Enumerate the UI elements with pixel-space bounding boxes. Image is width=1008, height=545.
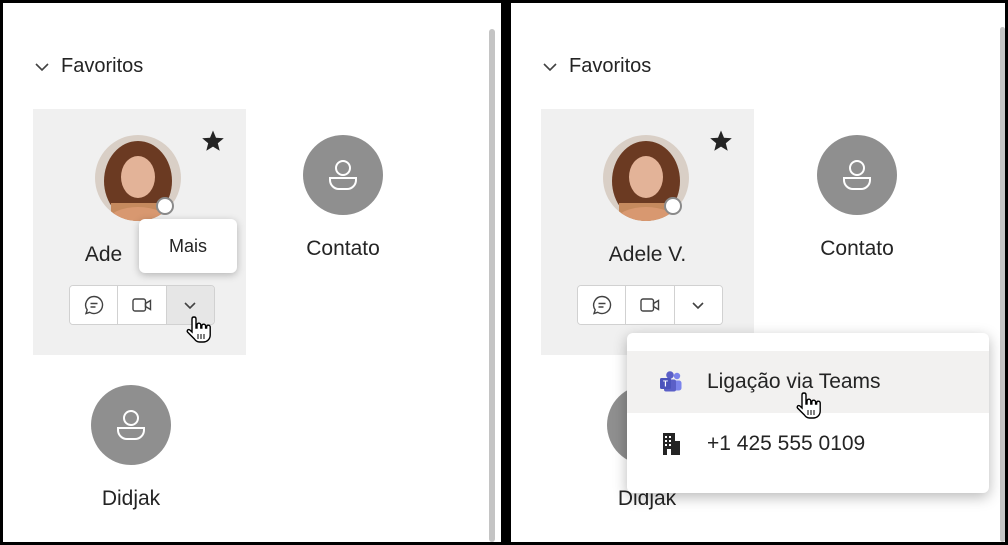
star-icon[interactable] — [201, 129, 225, 153]
teams-icon: T — [660, 371, 682, 392]
contact-name: Contato — [820, 237, 894, 260]
contact-name: Contato — [306, 237, 380, 260]
video-call-button[interactable] — [118, 286, 167, 324]
section-title: Favoritos — [61, 55, 144, 77]
hand-cursor-icon — [186, 316, 211, 343]
contact-card[interactable]: Contato — [273, 135, 413, 261]
menu-item-label: Ligação via Teams — [707, 370, 881, 393]
contact-card[interactable]: Didjak — [61, 385, 201, 511]
panel-before: Favoritos Ade Mais Contato Didjak — [2, 2, 502, 543]
contact-actions — [577, 285, 723, 325]
svg-text:T: T — [663, 380, 668, 389]
section-title: Favoritos — [569, 55, 652, 77]
chat-icon — [592, 295, 611, 315]
presence-status-icon — [664, 197, 682, 215]
building-icon — [663, 433, 680, 455]
contact-card[interactable]: Contato — [787, 135, 927, 261]
chevron-down-icon — [543, 62, 557, 71]
video-call-button[interactable] — [626, 286, 675, 324]
chat-button[interactable] — [70, 286, 119, 324]
contact-name: Adele V. — [608, 243, 687, 266]
section-favoritos-header[interactable]: Favoritos — [543, 55, 651, 78]
video-icon — [132, 298, 152, 312]
contact-name: Didjak — [101, 487, 161, 510]
video-icon — [640, 298, 660, 312]
avatar — [303, 135, 383, 215]
scrollbar[interactable] — [489, 29, 495, 542]
tooltip: Mais — [139, 219, 237, 273]
person-icon — [329, 160, 357, 190]
avatar — [817, 135, 897, 215]
more-options-button[interactable] — [674, 286, 722, 324]
avatar — [91, 385, 171, 465]
chat-icon — [84, 295, 103, 315]
menu-item-phone-call[interactable]: +1 425 555 0109 — [627, 413, 989, 475]
person-icon — [843, 160, 871, 190]
favorite-card[interactable]: Adele V. — [541, 109, 754, 355]
panel-after: Favoritos Adele V. Contato Didjak T Liga… — [510, 2, 1006, 543]
hand-cursor-icon — [796, 392, 821, 419]
section-favoritos-header[interactable]: Favoritos — [35, 55, 143, 78]
chat-button[interactable] — [578, 286, 627, 324]
menu-item-label: +1 425 555 0109 — [707, 432, 866, 455]
person-icon — [117, 410, 145, 440]
chevron-down-icon — [692, 302, 704, 310]
scrollbar[interactable] — [1000, 27, 1005, 542]
star-icon[interactable] — [709, 129, 733, 153]
presence-status-icon — [156, 197, 174, 215]
chevron-down-icon — [35, 62, 49, 71]
chevron-down-icon — [184, 302, 196, 310]
